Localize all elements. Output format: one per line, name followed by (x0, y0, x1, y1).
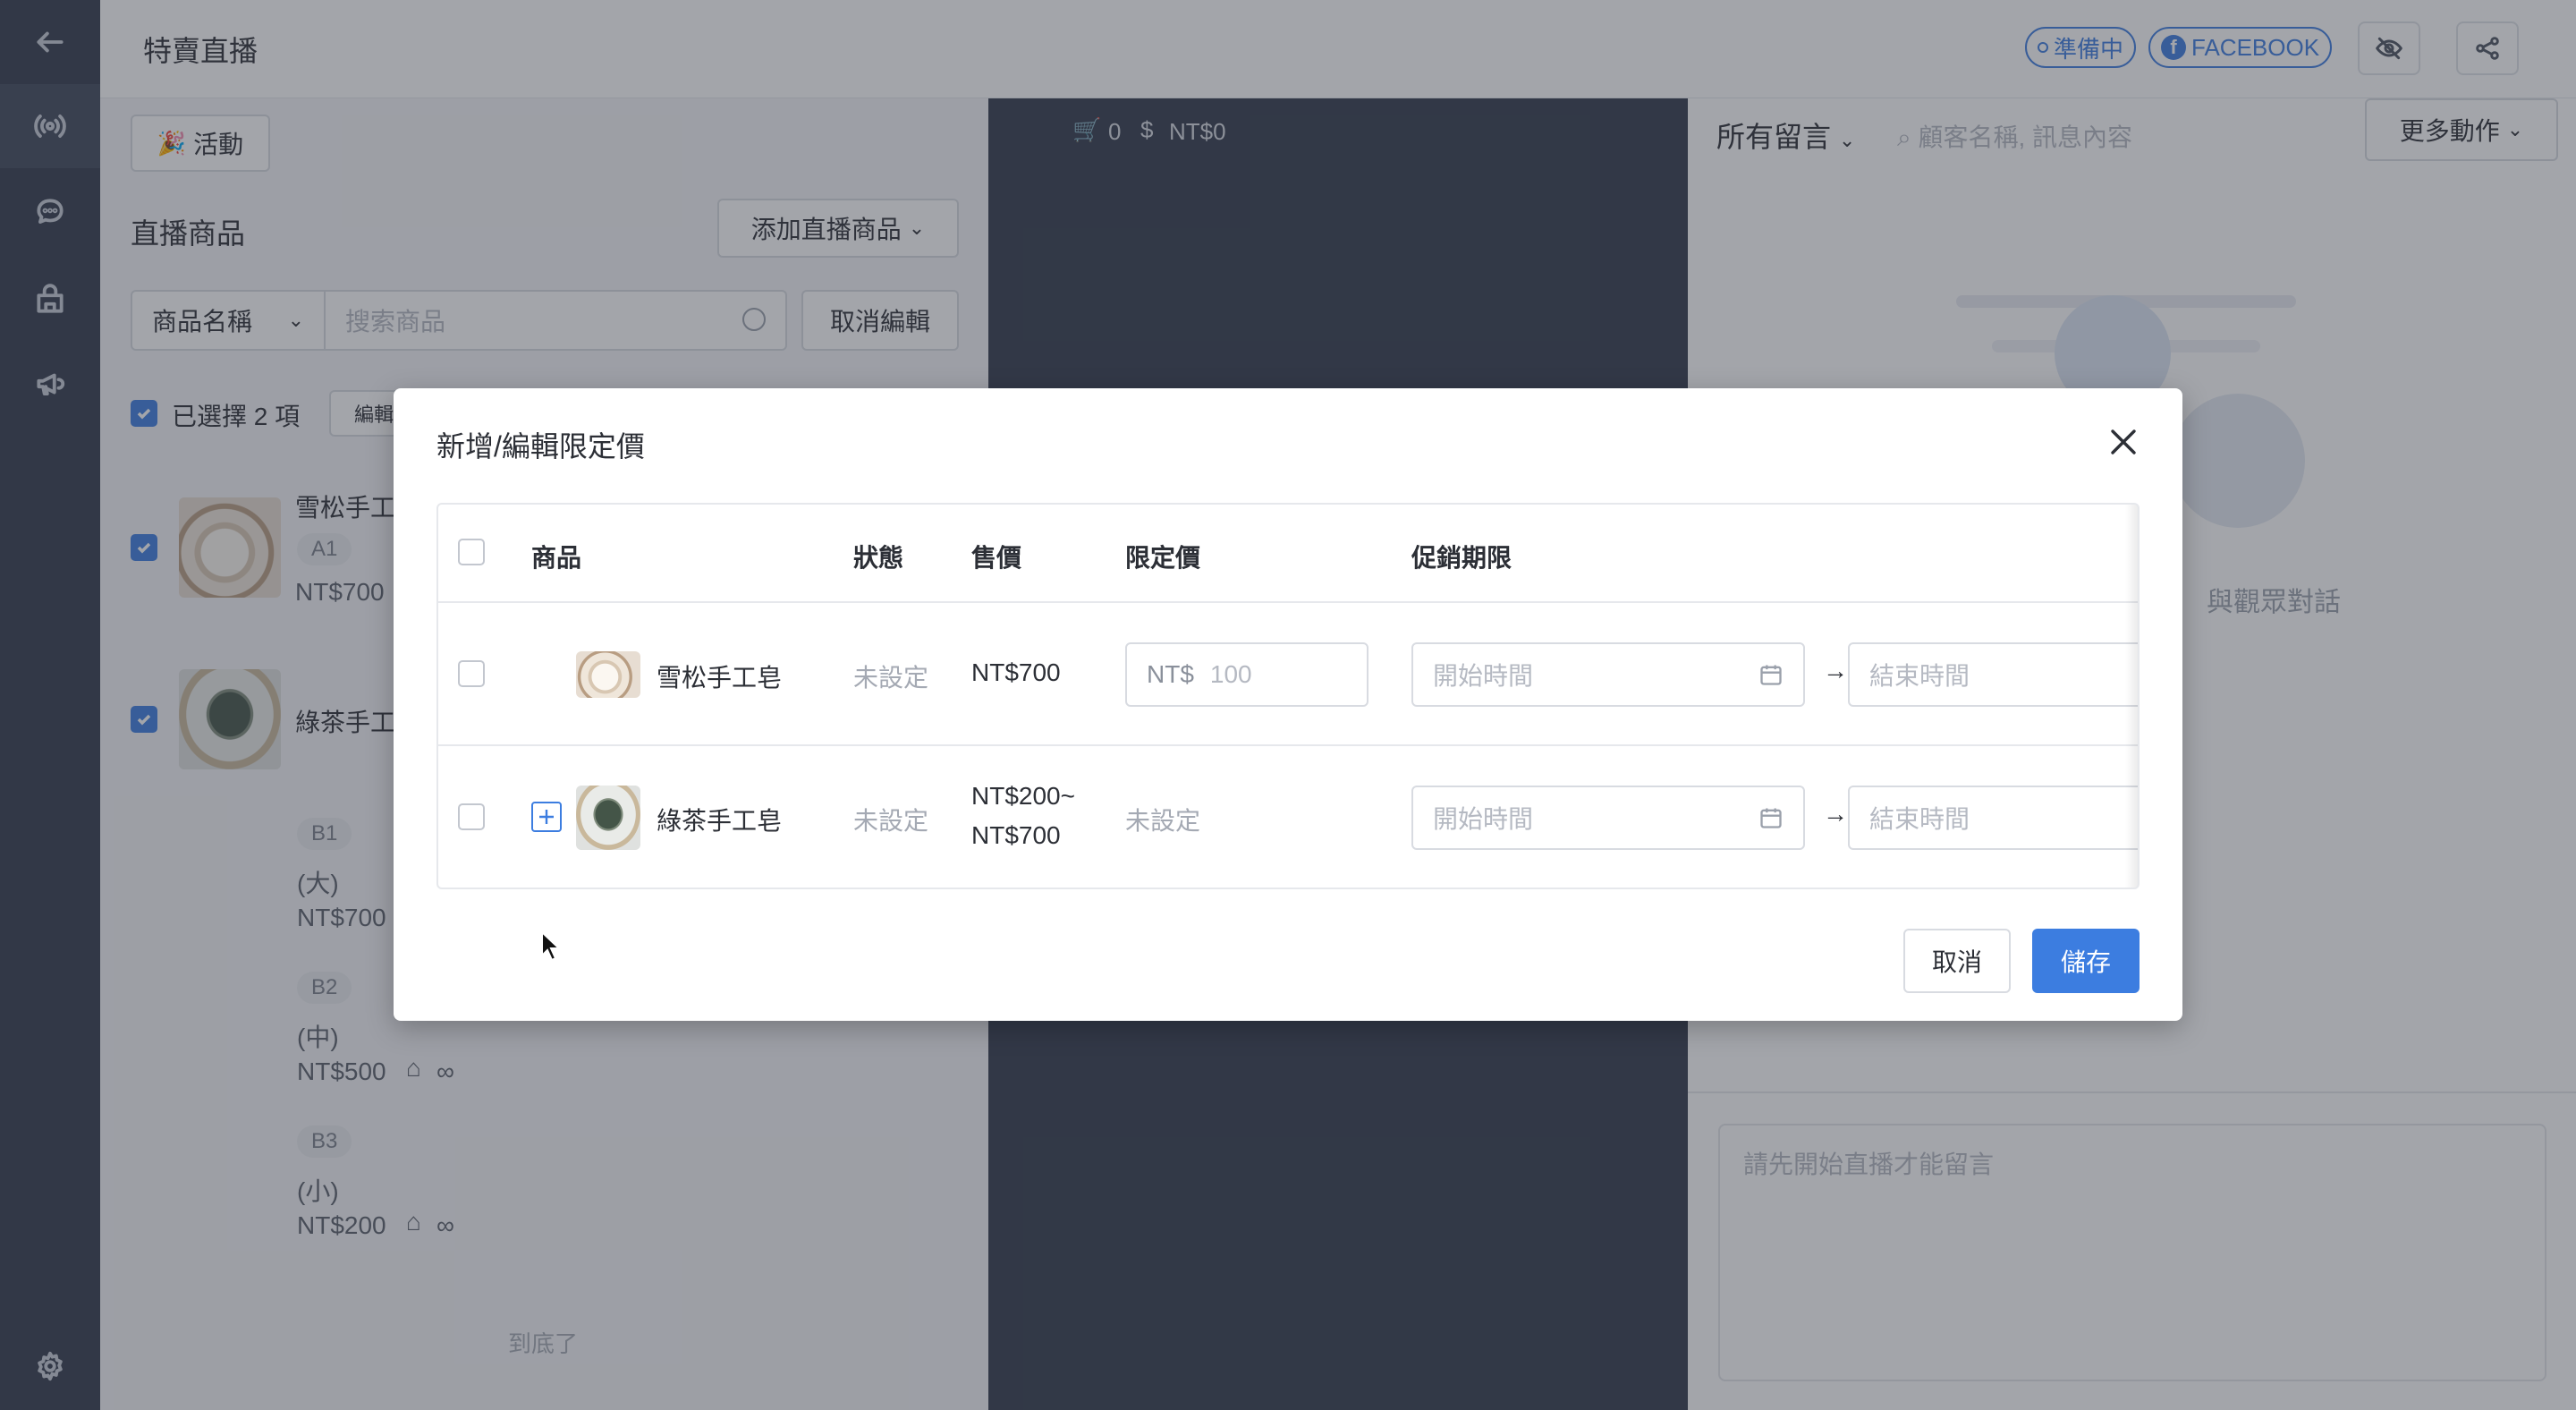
product-thumbnail (576, 651, 640, 698)
row-checkbox[interactable] (458, 803, 485, 830)
end-time-placeholder: 結束時間 (1869, 662, 1970, 690)
range-arrow: → (1823, 800, 1848, 828)
product-thumbnail (576, 786, 640, 850)
range-arrow: → (1823, 657, 1848, 684)
save-button[interactable]: 儲存 (2032, 929, 2140, 993)
currency-prefix: NT$ (1147, 660, 1194, 688)
start-time-placeholder: 開始時間 (1433, 805, 1534, 833)
table-row: 綠茶手工皂 未設定 NT$200~ NT$700 未設定 開始時間 → 結束時間 (438, 746, 2138, 888)
limited-price-text: 未設定 (1125, 807, 1201, 835)
limited-price-table: 商品 狀態 售價 限定價 促銷期限 雪松手工皂 未設定 NT$700 NT$ 1… (436, 503, 2140, 889)
close-button[interactable] (2107, 426, 2140, 458)
end-time-input[interactable]: 結束時間 (1848, 642, 2138, 707)
calendar-icon (1760, 808, 1782, 828)
modal-title: 新增/編輯限定價 (436, 430, 645, 463)
status-text: 未設定 (853, 664, 929, 692)
product-name: 綠茶手工皂 (657, 807, 783, 835)
calendar-icon (1760, 665, 1782, 685)
status-text: 未設定 (853, 807, 929, 835)
price-text: NT$700 (971, 658, 1061, 686)
column-header-limited-price: 限定價 (1125, 544, 1201, 572)
limited-price-modal: 新增/編輯限定價 商品 狀態 售價 限定價 促銷期限 雪松手工皂 未設定 NT$… (394, 388, 2182, 1021)
start-time-input[interactable]: 開始時間 (1411, 642, 1805, 707)
price-range-start: NT$200~ (971, 782, 1075, 810)
column-header-status: 狀態 (853, 544, 904, 572)
start-time-input[interactable]: 開始時間 (1411, 786, 1805, 850)
select-all-checkbox[interactable] (458, 539, 485, 565)
column-header-promo-period: 促銷期限 (1411, 544, 1513, 572)
product-name: 雪松手工皂 (657, 664, 783, 692)
column-header-product: 商品 (531, 544, 582, 572)
cancel-button[interactable]: 取消 (1903, 929, 2011, 993)
close-icon (2111, 429, 2136, 454)
end-time-placeholder: 結束時間 (1869, 805, 1970, 833)
scroll-shadow (2125, 505, 2138, 888)
row-checkbox[interactable] (458, 660, 485, 687)
mouse-cursor-icon (541, 930, 562, 962)
limited-price-input[interactable]: NT$ 100 (1125, 642, 1368, 707)
limited-price-placeholder: 100 (1209, 660, 1252, 688)
table-row: 雪松手工皂 未設定 NT$700 NT$ 100 開始時間 → 結束時間 (438, 603, 2138, 746)
end-time-input[interactable]: 結束時間 (1848, 786, 2138, 850)
table-header: 商品 狀態 售價 限定價 促銷期限 (438, 505, 2138, 603)
expand-variants-icon[interactable] (531, 802, 562, 832)
column-header-price: 售價 (971, 544, 1022, 572)
start-time-placeholder: 開始時間 (1433, 662, 1534, 690)
price-range-end: NT$700 (971, 821, 1061, 849)
